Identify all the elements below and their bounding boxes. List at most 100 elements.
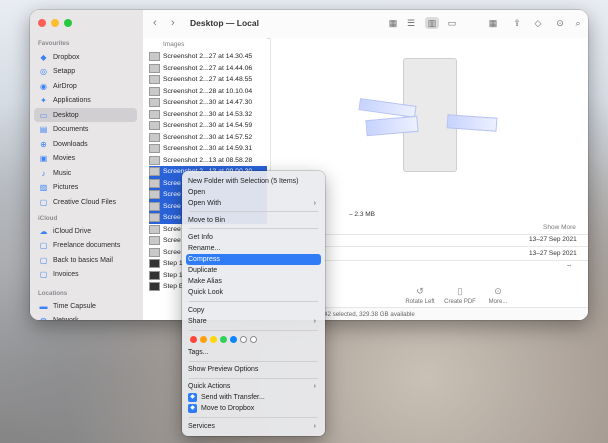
action-icon[interactable]: ⊙ bbox=[553, 17, 567, 29]
file-thumbnail bbox=[149, 75, 160, 85]
sidebar-item-documents[interactable]: ▤ Documents bbox=[34, 123, 137, 137]
menu-item-tags[interactable]: Tags... bbox=[186, 347, 321, 358]
sidebar-item-pictures[interactable]: ▨ Pictures bbox=[34, 181, 137, 195]
sidebar-item-label: iCloud Drive bbox=[53, 227, 92, 235]
menu-item-new-folder-with-selection[interactable]: New Folder with Selection (5 Items) bbox=[186, 176, 321, 187]
gallery-view-icon[interactable]: ▭ bbox=[445, 17, 459, 29]
menu-item-label: Services bbox=[188, 423, 215, 430]
show-more-link[interactable]: Show More bbox=[543, 224, 576, 231]
menu-item-copy[interactable]: Copy bbox=[186, 305, 321, 316]
sidebar-item-desktop[interactable]: ▭ Desktop bbox=[34, 108, 137, 122]
zoom-button[interactable] bbox=[64, 19, 72, 27]
list-view-icon[interactable]: ☰ bbox=[404, 17, 418, 29]
menu-item-get-info[interactable]: Get Info bbox=[186, 232, 321, 243]
sidebar-item-invoices[interactable]: ▢ Invoices bbox=[34, 268, 137, 282]
list-item[interactable]: Screenshot 2...30 at 14.54.59 bbox=[149, 120, 267, 132]
list-item[interactable]: Screenshot 2...30 at 14.57.52 bbox=[149, 132, 267, 144]
menu-item-quick-look[interactable]: Quick Look bbox=[186, 287, 321, 298]
sidebar-item-freelance-documents[interactable]: ▢ Freelance documents bbox=[34, 239, 137, 253]
sidebar-item-icloud-drive[interactable]: ☁ iCloud Drive bbox=[34, 224, 137, 238]
sidebar-item-creative-cloud-files[interactable]: ▢ Creative Cloud Files bbox=[34, 195, 137, 209]
list-item[interactable]: Screenshot 2...27 at 14.48.55 bbox=[149, 74, 267, 86]
preview-dash: -- bbox=[567, 262, 572, 269]
menu-item-rename[interactable]: Rename... bbox=[186, 243, 321, 254]
menu-item-move-to-dropbox[interactable]: ◆ Move to Dropbox bbox=[186, 403, 321, 414]
column-view-icon[interactable]: ▥ bbox=[425, 17, 439, 29]
share-icon[interactable]: ⇪ bbox=[510, 17, 524, 29]
forward-button[interactable]: › bbox=[171, 17, 175, 29]
tag-color-dot[interactable] bbox=[230, 336, 237, 343]
sidebar-item-label: Applications bbox=[53, 97, 91, 104]
file-thumbnail bbox=[149, 259, 160, 269]
sidebar-item-time-capsule[interactable]: ▬ Time Capsule bbox=[34, 299, 137, 313]
group-icon[interactable]: ▦ bbox=[486, 17, 500, 29]
sidebar-item-airdrop[interactable]: ◉ AirDrop bbox=[34, 79, 137, 93]
list-item[interactable]: Screenshot 2...28 at 10.10.04 bbox=[149, 86, 267, 98]
file-name: Screenshot 2...27 at 14.44.06 bbox=[163, 64, 253, 72]
icon-view-icon[interactable]: ▦ bbox=[386, 17, 400, 29]
create-pdf-icon: ▯ bbox=[457, 286, 463, 296]
tag-color-dot[interactable] bbox=[200, 336, 207, 343]
rotate-left-icon: ↺ bbox=[416, 286, 424, 296]
folder-icon: ▢ bbox=[39, 241, 48, 250]
list-item[interactable]: Screenshot 2...30 at 14.47.30 bbox=[149, 97, 267, 109]
context-menu: New Folder with Selection (5 Items) Open… bbox=[182, 171, 325, 436]
menu-separator bbox=[189, 228, 318, 229]
more-button[interactable]: ⊙ More... bbox=[478, 286, 518, 305]
rotate-left-button[interactable]: ↺ Rotate Left bbox=[400, 286, 440, 305]
file-thumbnail bbox=[149, 178, 160, 188]
tag-icon[interactable]: ◇ bbox=[531, 17, 545, 29]
tag-color-dot[interactable] bbox=[250, 336, 257, 343]
list-item[interactable]: Screenshot 2...30 at 14.59.31 bbox=[149, 143, 267, 155]
file-name: Scree bbox=[163, 225, 181, 233]
menu-item-move-to-bin[interactable]: Move to Bin bbox=[186, 215, 321, 226]
sidebar-section-locations: Locations bbox=[38, 290, 68, 297]
tag-color-dot[interactable] bbox=[220, 336, 227, 343]
list-item[interactable]: Screenshot 2...13 at 08.58.28 bbox=[149, 155, 267, 167]
menu-item-services[interactable]: Services › bbox=[186, 421, 321, 432]
tag-color-dot[interactable] bbox=[240, 336, 247, 343]
preview-date: 13–27 Sep 2021 bbox=[529, 236, 577, 243]
menu-item-compress[interactable]: Compress bbox=[186, 254, 321, 265]
sidebar-item-movies[interactable]: ▣ Movies bbox=[34, 152, 137, 166]
menu-item-quick-actions[interactable]: Quick Actions › bbox=[186, 381, 321, 392]
sidebar-item-applications[interactable]: ✦ Applications bbox=[34, 94, 137, 108]
list-item[interactable]: Screenshot 2...30 at 14.53.32 bbox=[149, 109, 267, 121]
close-button[interactable] bbox=[38, 19, 46, 27]
menu-item-send-with-transfer[interactable]: ◆ Send with Transfer... bbox=[186, 392, 321, 403]
more-icon: ⊙ bbox=[494, 286, 502, 296]
sidebar-item-music[interactable]: ♪ Music bbox=[34, 166, 137, 180]
sidebar-item-downloads[interactable]: ⊕ Downloads bbox=[34, 137, 137, 151]
menu-item-make-alias[interactable]: Make Alias bbox=[186, 276, 321, 287]
sidebar-item-label: Invoices bbox=[53, 271, 79, 278]
menu-item-show-preview-options[interactable]: Show Preview Options bbox=[186, 364, 321, 375]
search-icon[interactable]: ⌕ bbox=[571, 17, 585, 29]
minimize-button[interactable] bbox=[51, 19, 59, 27]
tag-color-dot[interactable] bbox=[210, 336, 217, 343]
menu-item-open[interactable]: Open bbox=[186, 187, 321, 198]
menu-item-duplicate[interactable]: Duplicate bbox=[186, 265, 321, 276]
movies-icon: ▣ bbox=[39, 154, 48, 163]
menu-item-open-with[interactable]: Open With › bbox=[186, 198, 321, 209]
sidebar-item-network[interactable]: ◍ Network bbox=[34, 314, 137, 320]
create-pdf-button[interactable]: ▯ Create PDF bbox=[440, 286, 480, 305]
menu-item-share[interactable]: Share › bbox=[186, 316, 321, 327]
sidebar-item-back-to-basics-mail[interactable]: ▢ Back to basics Mail bbox=[34, 253, 137, 267]
sidebar-item-setapp[interactable]: ◎ Setapp bbox=[34, 65, 137, 79]
file-thumbnail bbox=[149, 132, 160, 142]
file-name: Scree bbox=[163, 179, 181, 187]
tag-color-dot[interactable] bbox=[190, 336, 197, 343]
file-name: Screenshot 2...27 at 14.48.55 bbox=[163, 76, 253, 84]
sidebar-item-label: Music bbox=[53, 169, 72, 177]
list-item[interactable]: Screenshot 2...27 at 14.30.45 bbox=[149, 51, 267, 63]
file-thumbnail bbox=[149, 109, 160, 119]
menu-separator bbox=[189, 211, 318, 212]
back-button[interactable]: ‹ bbox=[153, 17, 157, 29]
sidebar-item-label: Freelance documents bbox=[53, 242, 121, 249]
sidebar-item-label: Creative Cloud Files bbox=[53, 198, 117, 206]
list-item[interactable]: Screenshot 2...27 at 14.44.06 bbox=[149, 63, 267, 75]
sidebar-item-dropbox[interactable]: ◆ Dropbox bbox=[34, 50, 137, 64]
file-thumbnail bbox=[149, 224, 160, 234]
menu-item-label: Make Alias bbox=[188, 278, 222, 285]
file-name: Screenshot 2...27 at 14.30.45 bbox=[163, 53, 253, 61]
